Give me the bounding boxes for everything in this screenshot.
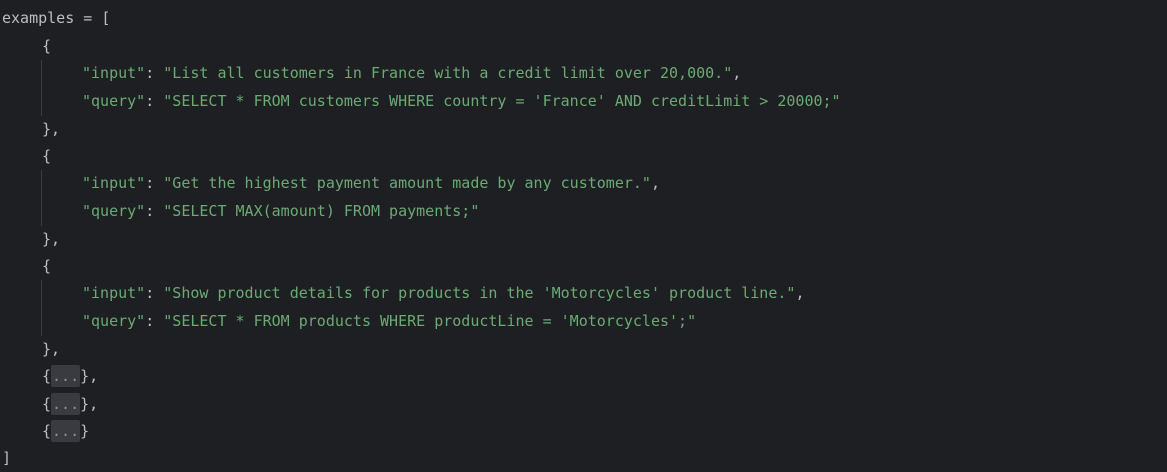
input-value: "List all customers in France with a cre…	[163, 64, 733, 82]
open-brace: {	[42, 422, 52, 440]
folded-region-toggle[interactable]: ...	[51, 393, 81, 415]
code-line: "query": "SELECT * FROM customers WHERE …	[82, 87, 841, 115]
comma: ,	[795, 284, 805, 302]
code-line: },	[42, 115, 60, 143]
open-brace: {	[42, 147, 52, 165]
code-line: ]	[2, 444, 11, 472]
code-line: {	[42, 32, 51, 60]
close-brace: },	[42, 340, 61, 358]
input-value: "Get the highest payment amount made by …	[163, 174, 651, 192]
code-line: "input": "Get the highest payment amount…	[82, 169, 660, 197]
key-input: "input"	[82, 284, 146, 302]
open-brace: {	[42, 37, 52, 55]
code-line: {	[42, 142, 51, 170]
variable-name: examples	[2, 9, 75, 27]
code-editor[interactable]: examples = [ { "input": "List all custom…	[0, 0, 1167, 471]
key-query: "query"	[82, 312, 146, 330]
code-line: {	[42, 252, 51, 280]
open-bracket: [	[101, 9, 111, 27]
comma: ,	[732, 64, 742, 82]
colon: :	[145, 174, 164, 192]
code-line-folded: {...}	[42, 417, 89, 445]
open-brace: {	[42, 367, 52, 385]
assign-operator: =	[74, 9, 102, 27]
input-value: "Show product details for products in th…	[163, 284, 796, 302]
code-line: "query": "SELECT * FROM products WHERE p…	[82, 307, 696, 335]
code-line: "query": "SELECT MAX(amount) FROM paymen…	[82, 197, 479, 225]
key-query: "query"	[82, 92, 146, 110]
close-brace: },	[42, 230, 61, 248]
colon: :	[145, 202, 164, 220]
code-line: },	[42, 225, 60, 253]
code-line-folded: {...},	[42, 362, 98, 390]
code-line: "input": "Show product details for produ…	[82, 279, 804, 307]
query-value: "SELECT * FROM customers WHERE country =…	[163, 92, 841, 110]
close-brace: },	[42, 120, 61, 138]
close-bracket: ]	[2, 449, 12, 467]
code-line: },	[42, 335, 60, 363]
indent-guide	[41, 60, 42, 116]
folded-region-toggle[interactable]: ...	[51, 420, 81, 442]
folded-region-toggle[interactable]: ...	[51, 365, 81, 387]
colon: :	[145, 92, 164, 110]
indent-guide	[41, 170, 42, 226]
close-brace: }	[80, 422, 90, 440]
colon: :	[145, 284, 164, 302]
colon: :	[145, 64, 164, 82]
code-line-folded: {...},	[42, 390, 98, 418]
key-query: "query"	[82, 202, 146, 220]
code-line: examples = [	[2, 4, 110, 32]
key-input: "input"	[82, 174, 146, 192]
comma: ,	[650, 174, 660, 192]
close-brace: },	[80, 395, 99, 413]
query-value: "SELECT * FROM products WHERE productLin…	[163, 312, 697, 330]
code-line: "input": "List all customers in France w…	[82, 59, 741, 87]
query-value: "SELECT MAX(amount) FROM payments;"	[163, 202, 480, 220]
colon: :	[145, 312, 164, 330]
indent-guide	[41, 280, 42, 336]
open-brace: {	[42, 257, 52, 275]
key-input: "input"	[82, 64, 146, 82]
close-brace: },	[80, 367, 99, 385]
open-brace: {	[42, 395, 52, 413]
